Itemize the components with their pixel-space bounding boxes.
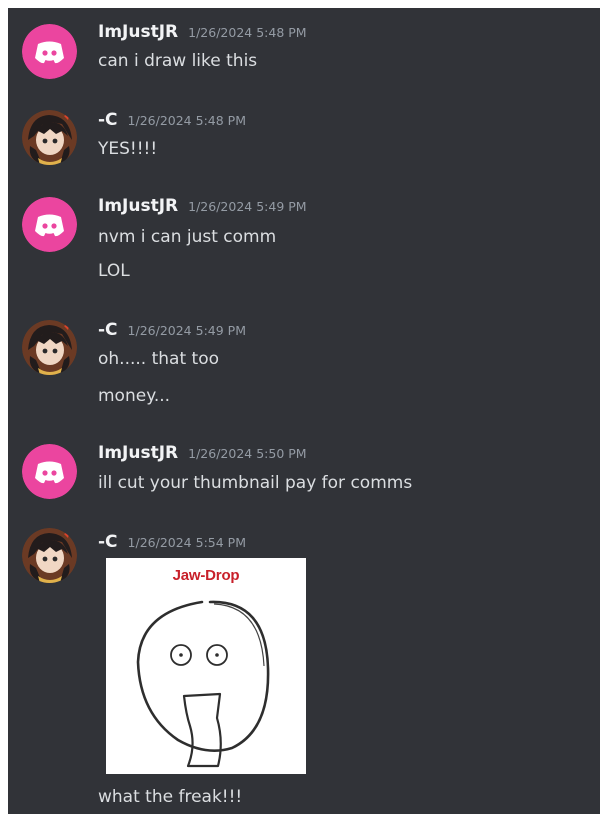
message-timestamp: 1/26/2024 5:54 PM <box>127 535 246 550</box>
message: -C 1/26/2024 5:54 PM Jaw-Drop what the fr… <box>8 8 600 814</box>
anime-character-avatar[interactable] <box>22 528 77 583</box>
image-attachment[interactable]: Jaw-Drop <box>106 558 306 774</box>
message-text: what the freak!!! <box>98 787 243 807</box>
chat-message-list: ImJustJR 1/26/2024 5:48 PM can i draw lik… <box>8 8 600 814</box>
image-caption-text: Jaw-Drop <box>172 567 240 584</box>
author-name[interactable]: -C <box>98 532 118 552</box>
jaw-drop-drawing <box>136 600 270 768</box>
